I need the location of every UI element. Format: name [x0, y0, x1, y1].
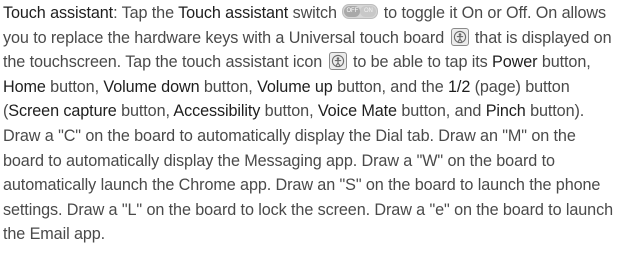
text-run: button,	[537, 53, 591, 72]
text-run: button, and	[396, 102, 486, 121]
touch-assistant-icon	[328, 52, 347, 71]
text-run: button,	[199, 77, 258, 96]
touch-assistant-icon	[450, 27, 469, 46]
term-page: 1/2	[448, 77, 471, 96]
text-run: button,	[260, 102, 318, 121]
term-home: Home	[3, 77, 46, 96]
document-body: Touch assistant: Tap the Touch assistant…	[0, 0, 617, 267]
text-run: button). Draw a "C" on the board to auto…	[3, 102, 613, 244]
term-volume-down: Volume down	[103, 77, 200, 96]
touch-assistant-paragraph: Touch assistant: Tap the Touch assistant…	[3, 1, 614, 247]
switch-off-label: OFF	[344, 6, 361, 17]
term-volume-up: Volume up	[257, 77, 333, 96]
text-run: button,	[45, 77, 104, 96]
text-run: : Tap the	[113, 4, 179, 22]
term-voice-mate: Voice Mate	[317, 102, 397, 121]
switch-on-label: ON	[360, 6, 377, 17]
term-pinch: Pinch	[485, 102, 526, 121]
text-run: button,	[116, 102, 174, 121]
text-run: button, and the	[332, 77, 449, 96]
term-touch-assistant-setting: Touch assistant	[178, 4, 289, 22]
term-power: Power	[492, 53, 538, 72]
toggle-switch-icon: OFF ON	[342, 4, 379, 19]
text-run: to be able to tap its	[348, 53, 493, 72]
text-run: switch	[288, 4, 342, 22]
term-touch-assistant: Touch assistant	[3, 4, 114, 22]
term-screen-capture: Screen capture	[8, 102, 117, 121]
term-accessibility: Accessibility	[173, 102, 261, 121]
